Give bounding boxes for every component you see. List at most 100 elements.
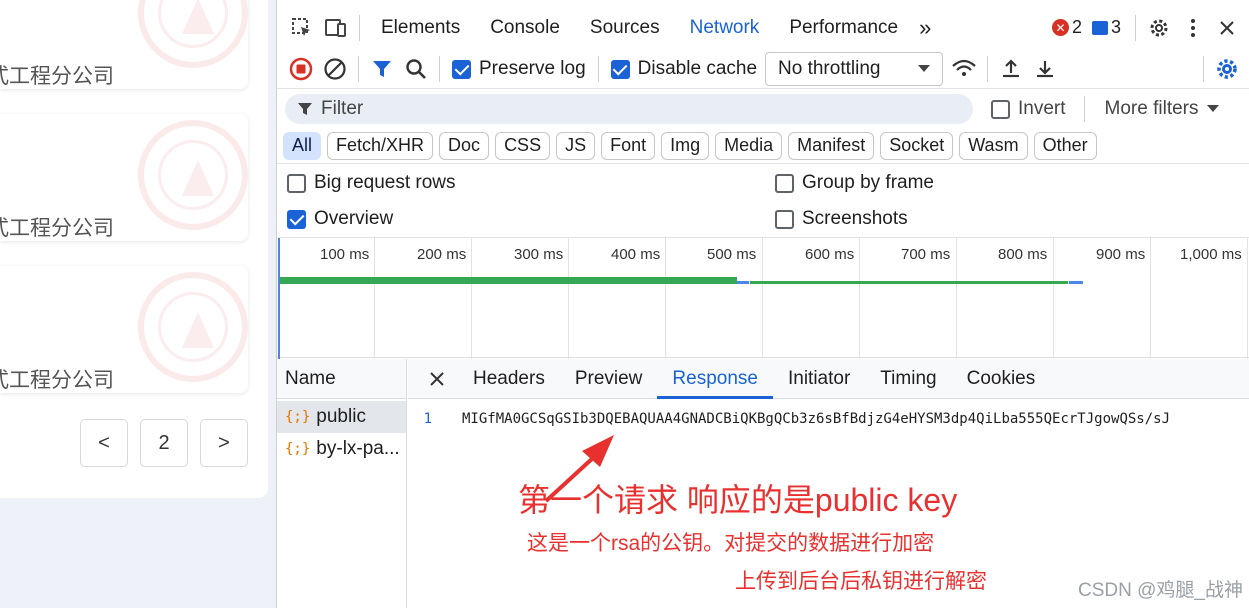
annotation-line-2: 上传到后台后私钥进行解密 (735, 570, 987, 593)
tab-response[interactable]: Response (657, 359, 773, 399)
checkbox-unchecked-icon (775, 209, 794, 229)
big-request-rows-checkbox[interactable]: Big request rows (287, 172, 456, 194)
settings-gear-icon[interactable] (1142, 11, 1176, 45)
timeline-gridline (956, 238, 957, 359)
type-js[interactable]: JS (556, 131, 596, 160)
company-name: 式工程分公司 (0, 368, 114, 392)
type-img[interactable]: Img (661, 131, 710, 160)
invert-checkbox[interactable]: Invert (991, 98, 1066, 120)
type-manifest[interactable]: Manifest (788, 131, 875, 160)
type-fetch-xhr[interactable]: Fetch/XHR (327, 131, 434, 160)
timeline-tick-label: 200 ms (417, 246, 467, 263)
request-item-public[interactable]: {;} public (277, 401, 406, 433)
company-card[interactable]: 式工程分公司 (0, 266, 248, 393)
more-filters-dropdown[interactable]: More filters (1105, 98, 1219, 120)
timeline-gridline (665, 238, 666, 359)
timeline-tick-label: 400 ms (611, 246, 661, 263)
timeline-gridline (1247, 238, 1248, 359)
tab-cookies[interactable]: Cookies (952, 359, 1051, 399)
network-settings-icon[interactable] (1210, 52, 1244, 86)
more-options-icon[interactable] (1176, 11, 1210, 45)
tab-timing[interactable]: Timing (865, 359, 951, 399)
export-har-icon[interactable] (1028, 52, 1062, 86)
type-all[interactable]: All (283, 131, 322, 160)
company-seal-icon (138, 272, 248, 382)
inspect-element-icon[interactable] (285, 11, 319, 45)
preserve-log-label: Preserve log (479, 58, 586, 79)
type-socket[interactable]: Socket (880, 131, 954, 160)
prev-page-button[interactable]: < (80, 419, 128, 467)
device-toolbar-icon[interactable] (319, 11, 353, 45)
request-detail-panel: Headers Preview Response Initiator Timin… (408, 359, 1249, 608)
error-counter[interactable]: ✕ 2 (1051, 17, 1082, 38)
json-file-icon: {;} (285, 441, 311, 457)
next-page-button[interactable]: > (200, 419, 248, 467)
company-seal-icon (138, 0, 248, 68)
filter-input[interactable]: Filter (285, 94, 973, 124)
import-har-icon[interactable] (994, 52, 1028, 86)
request-list: Name {;} public {;} by-lx-pa... (277, 359, 407, 608)
timeline-tick-label: 100 ms (320, 246, 370, 263)
company-card[interactable]: 式工程分公司 (0, 114, 248, 241)
tab-headers[interactable]: Headers (458, 359, 560, 399)
invert-label: Invert (1018, 98, 1066, 119)
type-doc[interactable]: Doc (439, 131, 490, 160)
close-detail-icon[interactable] (420, 362, 454, 396)
network-conditions-icon[interactable] (947, 52, 981, 86)
filter-funnel-icon[interactable] (365, 52, 399, 86)
message-counter[interactable]: 3 (1091, 17, 1121, 38)
response-text: MIGfMA0GCSqGSIb3DQEBAQUAA4GNADCBiQKBgQCb… (462, 411, 1171, 427)
request-bar-public (279, 277, 737, 284)
timeline-tick-label: 500 ms (707, 246, 757, 263)
request-item-by-lx[interactable]: {;} by-lx-pa... (277, 433, 406, 465)
separator (439, 56, 440, 82)
dropdown-arrow-icon (918, 65, 931, 72)
group-by-frame-checkbox[interactable]: Group by frame (775, 172, 934, 194)
request-bar-second (750, 281, 1068, 284)
type-wasm[interactable]: Wasm (959, 131, 1028, 160)
timeline-gridline (374, 238, 375, 359)
separator (597, 56, 599, 82)
clear-icon[interactable] (318, 52, 352, 86)
response-body[interactable]: 1 MIGfMA0GCSqGSIb3DQEBAQUAA4GNADCBiQKBgQ… (408, 411, 1249, 427)
timeline-gridline (762, 238, 763, 359)
tab-preview[interactable]: Preview (560, 359, 658, 399)
timeline-tick-label: 1,000 ms (1180, 246, 1242, 263)
screenshots-label: Screenshots (802, 208, 908, 229)
timeline-start-marker (278, 238, 280, 359)
resource-type-filters: All Fetch/XHR Doc CSS JS Font Img Media … (277, 128, 1249, 164)
type-other[interactable]: Other (1033, 131, 1097, 160)
name-column-header[interactable]: Name (277, 359, 406, 399)
request-name: public (316, 406, 366, 427)
close-icon[interactable] (1210, 11, 1244, 45)
type-media[interactable]: Media (715, 131, 783, 160)
checkbox-checked-icon (287, 209, 306, 229)
message-count: 3 (1110, 17, 1121, 37)
overview-checkbox[interactable]: Overview (287, 208, 393, 230)
checkbox-checked-icon (452, 59, 471, 79)
preserve-log-checkbox[interactable]: Preserve log (452, 58, 586, 80)
timeline-gridline (1150, 238, 1151, 359)
search-icon[interactable] (399, 52, 433, 86)
annotation-line-1: 这是一个rsa的公钥。对提交的数据进行加密 (527, 532, 935, 555)
network-overview-timeline[interactable]: 100 ms 200 ms 300 ms 400 ms 500 ms 600 m… (277, 237, 1249, 359)
web-page-area: 式工程分公司 式工程分公司 式工程分公司 < 2 > (0, 0, 276, 608)
error-count: 2 (1071, 17, 1082, 37)
timeline-tick-label: 800 ms (998, 246, 1048, 263)
screenshots-checkbox[interactable]: Screenshots (775, 208, 908, 230)
checkbox-checked-icon (610, 59, 630, 79)
stop-recording-icon[interactable] (284, 52, 318, 86)
dropdown-arrow-icon (1206, 105, 1219, 112)
timeline-tick-label: 600 ms (805, 246, 855, 263)
type-font[interactable]: Font (601, 131, 656, 160)
throttling-select[interactable]: No throttling (765, 52, 944, 86)
company-seal-icon (138, 120, 248, 230)
csdn-watermark: CSDN @鸡腿_战神 (1078, 580, 1243, 601)
separator (358, 56, 359, 82)
tab-initiator[interactable]: Initiator (773, 359, 865, 399)
company-card[interactable]: 式工程分公司 (0, 0, 248, 89)
page-2-button[interactable]: 2 (140, 419, 188, 467)
error-icon: ✕ (1051, 19, 1069, 36)
disable-cache-checkbox[interactable]: Disable cache (610, 58, 757, 80)
type-css[interactable]: CSS (495, 131, 551, 160)
